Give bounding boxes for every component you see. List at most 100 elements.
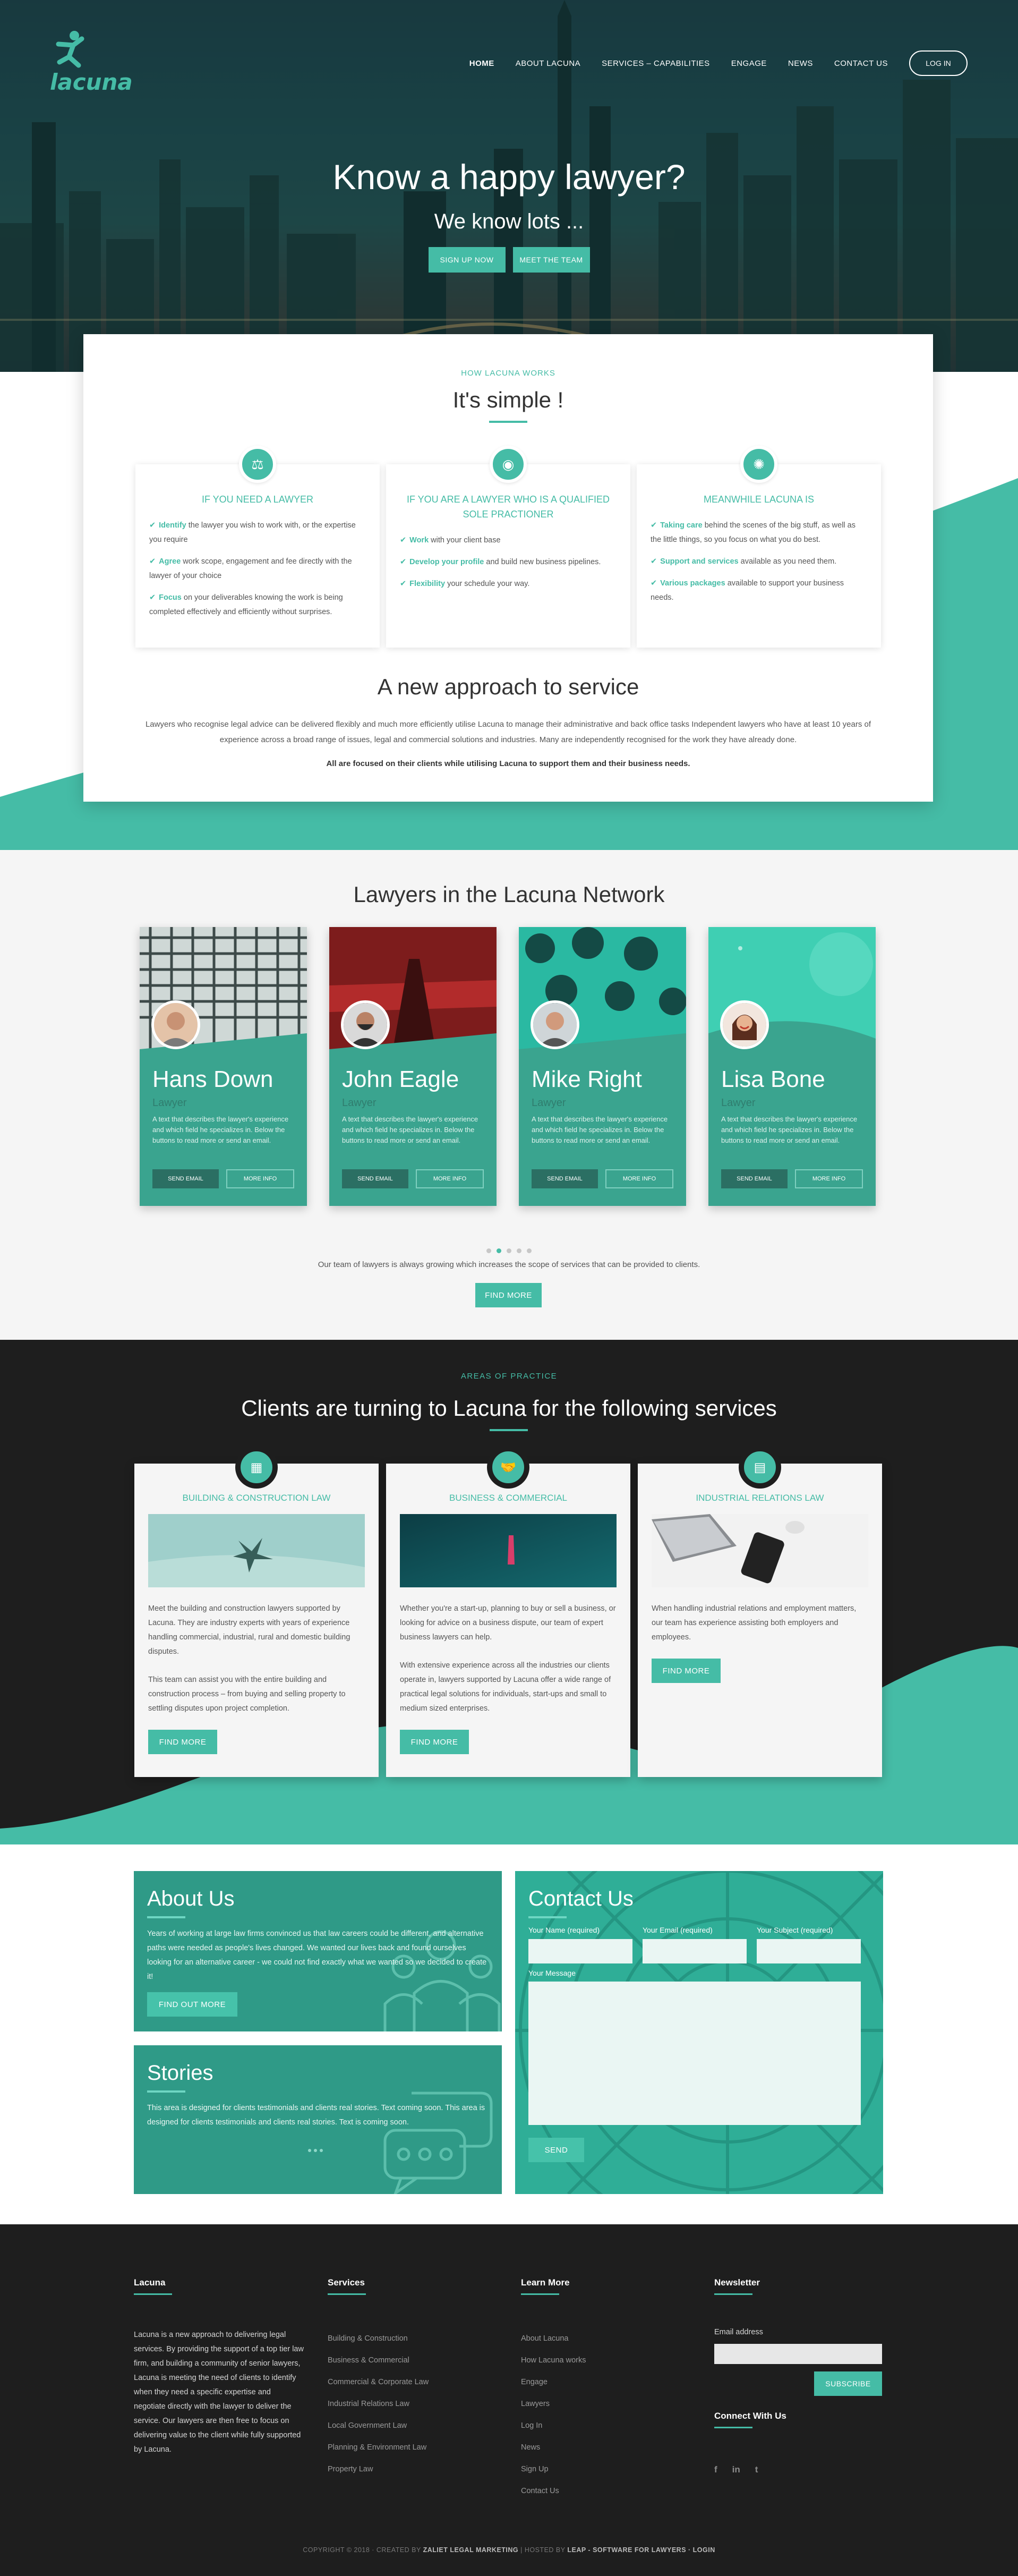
service-image [148, 1514, 365, 1587]
carousel-dot[interactable] [527, 1248, 532, 1253]
carousel-dot[interactable] [314, 2149, 317, 2152]
footer-link[interactable]: Engage [521, 2371, 691, 2393]
stories-carousel-dots[interactable] [308, 2149, 323, 2152]
service-card-industrial: ▤ INDUSTRIAL RELATIONS LAW When handling… [638, 1446, 882, 1777]
how-item: ✔ Agree work scope, engagement and fee di… [149, 555, 366, 583]
more-info-button[interactable]: MORE INFO [795, 1169, 863, 1188]
email-label: Your Email (required) [643, 1926, 713, 1934]
nav-services[interactable]: SERVICES – CAPABILITIES [602, 59, 710, 68]
login-button[interactable]: LOG IN [909, 50, 968, 76]
footer-link[interactable]: Building & Construction [328, 2328, 498, 2350]
carousel-dot[interactable] [517, 1248, 521, 1253]
lawyer-description: A text that describes the lawyer's exper… [342, 1115, 478, 1144]
footer-link[interactable]: Property Law [328, 2459, 498, 2480]
twitter-icon[interactable]: t [755, 2464, 758, 2475]
name-label: Your Name (required) [528, 1926, 600, 1934]
footer-link[interactable]: Planning & Environment Law [328, 2437, 498, 2459]
check-icon: ✔ [400, 580, 407, 588]
nav-about[interactable]: ABOUT LACUNA [516, 59, 580, 68]
service-paragraph: Meet the building and construction lawye… [148, 1604, 350, 1656]
lacuna-logo[interactable]: lacuna [48, 29, 133, 95]
footer-about-column: Lacuna Lacuna is a new approach to deliv… [134, 2277, 304, 2457]
check-icon: ✔ [149, 521, 156, 530]
nav-engage[interactable]: ENGAGE [731, 59, 767, 68]
handshake-icon: 🤝 [487, 1446, 529, 1489]
find-more-button[interactable]: FIND MORE [400, 1730, 469, 1754]
footer: Lacuna Lacuna is a new approach to deliv… [0, 2224, 1018, 2576]
send-email-button[interactable]: SEND EMAIL [532, 1169, 598, 1188]
about-text: Years of working at large law firms conv… [147, 1929, 487, 1981]
services-eyebrow: AREAS OF PRACTICE [460, 1372, 558, 1381]
how-item: ✔ Focus on your deliverables knowing the … [149, 591, 366, 619]
subject-input[interactable] [757, 1939, 861, 1963]
lawyer-description: A text that describes the lawyer's exper… [152, 1115, 289, 1144]
runner-logo-icon [56, 31, 84, 68]
stories-text: This area is designed for clients testim… [147, 2104, 485, 2127]
lawyer-name: Mike Right [532, 1066, 642, 1092]
footer-link[interactable]: Contact Us [521, 2480, 691, 2502]
lawyer-card: Mike Right Lawyer A text that describes … [519, 927, 686, 1206]
badge-icon: ◉ [490, 446, 527, 483]
carousel-dot[interactable] [320, 2149, 323, 2152]
subscribe-button[interactable]: SUBSCRIBE [814, 2371, 882, 2396]
find-out-more-button[interactable]: FIND OUT MORE [147, 1992, 237, 2017]
email-input[interactable] [643, 1939, 747, 1963]
send-email-button[interactable]: SEND EMAIL [342, 1169, 408, 1188]
more-info-button[interactable]: MORE INFO [605, 1169, 673, 1188]
contact-title: Contact Us [528, 1887, 634, 1910]
footer-link[interactable]: Local Government Law [328, 2415, 498, 2437]
send-button[interactable]: SEND [528, 2138, 584, 2162]
item-keyword: Various packages [660, 579, 725, 588]
footer-link[interactable]: Lawyers [521, 2393, 691, 2415]
lawyer-role: Lawyer [342, 1097, 377, 1109]
item-keyword: Work [409, 536, 429, 545]
footer-link[interactable]: About Lacuna [521, 2328, 691, 2350]
newsletter-email-input[interactable] [714, 2344, 882, 2364]
find-more-button[interactable]: FIND MORE [652, 1659, 721, 1683]
footer-link[interactable]: News [521, 2437, 691, 2459]
stories-panel: Stories This area is designed for client… [134, 2045, 502, 2194]
footer-login-link[interactable]: · LOGIN [688, 2546, 715, 2554]
lawyer-card: Hans Down Lawyer A text that describes t… [140, 927, 307, 1206]
how-item: ✔ Various packages available to support y… [651, 576, 867, 605]
footer-link[interactable]: Commercial & Corporate Law [328, 2371, 498, 2393]
send-email-button[interactable]: SEND EMAIL [721, 1169, 788, 1188]
sign-up-button[interactable]: SIGN UP NOW [428, 247, 506, 273]
item-text: available as you need them. [738, 557, 837, 566]
carousel-dot[interactable] [486, 1248, 491, 1253]
name-input[interactable] [528, 1939, 632, 1963]
host-link[interactable]: LEAP - SOFTWARE FOR LAWYERS [567, 2546, 686, 2554]
message-label: Your Message [528, 1969, 576, 1977]
footer-link[interactable]: Industrial Relations Law [328, 2393, 498, 2415]
carousel-dot[interactable] [507, 1248, 511, 1253]
facebook-icon[interactable]: f [714, 2464, 717, 2475]
avatar [341, 1000, 390, 1049]
footer-link[interactable]: Log In [521, 2415, 691, 2437]
linkedin-icon[interactable]: in [732, 2464, 740, 2475]
check-icon: ✔ [400, 536, 407, 545]
main-nav: HOME ABOUT LACUNA SERVICES – CAPABILITIE… [469, 50, 968, 76]
find-more-button[interactable]: FIND MORE [148, 1730, 217, 1754]
footer-link[interactable]: How Lacuna works [521, 2350, 691, 2371]
creator-link[interactable]: ZALIET LEGAL MARKETING [423, 2546, 519, 2554]
carousel-dots[interactable] [0, 1248, 1018, 1253]
service-card-building: ▦ BUILDING & CONSTRUCTION LAW Meet the b… [134, 1446, 379, 1777]
nav-contact[interactable]: CONTACT US [834, 59, 888, 68]
send-email-button[interactable]: SEND EMAIL [152, 1169, 219, 1188]
carousel-dot[interactable] [308, 2149, 311, 2152]
find-more-lawyers-button[interactable]: FIND MORE [475, 1283, 542, 1307]
nav-news[interactable]: NEWS [788, 59, 813, 68]
more-info-button[interactable]: MORE INFO [416, 1169, 484, 1188]
carousel-dot-active[interactable] [497, 1248, 501, 1253]
avatar [151, 1000, 200, 1049]
nav-home[interactable]: HOME [469, 59, 494, 68]
hero-title: Know a happy lawyer? [332, 157, 686, 197]
meet-team-button[interactable]: MEET THE TEAM [512, 247, 590, 273]
id-card-icon: ▤ [739, 1446, 781, 1489]
hosted-text: | HOSTED BY [520, 2546, 566, 2554]
more-info-button[interactable]: MORE INFO [226, 1169, 294, 1188]
title-underline [134, 2293, 172, 2295]
message-textarea[interactable] [528, 1982, 861, 2125]
footer-link[interactable]: Sign Up [521, 2459, 691, 2480]
footer-link[interactable]: Business & Commercial [328, 2350, 498, 2371]
